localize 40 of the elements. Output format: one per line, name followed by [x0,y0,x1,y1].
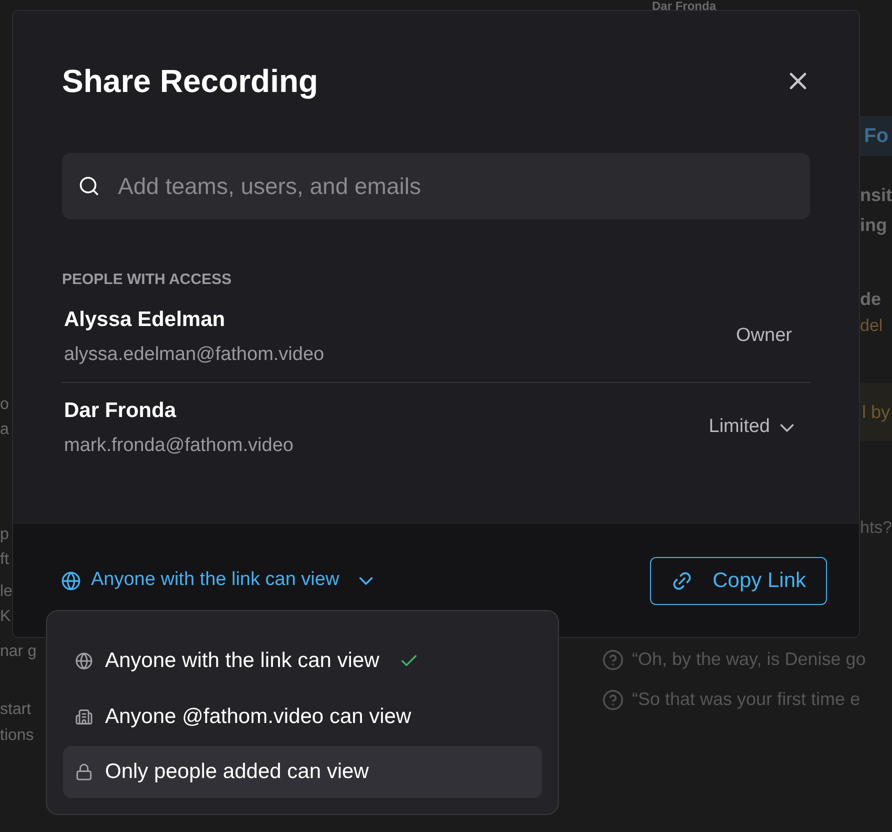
background-text: o [0,395,9,415]
chevron-down-icon [780,424,794,432]
building-icon [75,708,93,726]
link-access-dropdown[interactable]: Anyone with the link can view [61,566,374,595]
person-name: Alyssa Edelman [64,306,226,332]
person-email: mark.fronda@fathom.video [64,434,294,458]
background-text: “So that was your first time e [632,688,860,711]
chevron-down-icon [359,576,374,584]
section-label: PEOPLE WITH ACCESS [62,270,232,290]
background-text: nar g [0,642,36,662]
search-field[interactable]: Add teams, users, and emails [62,153,810,219]
person-email: alyssa.edelman@fathom.video [64,343,324,367]
person-name: Dar Fronda [64,398,178,424]
background-text: nsit [860,186,892,204]
copy-link-button[interactable]: Copy Link [650,556,827,604]
menu-item[interactable]: Only people added can view [63,746,542,798]
background-text: start [0,700,32,720]
background-text: de [860,290,882,308]
question-icon [602,648,624,670]
search-icon [78,175,100,197]
background-text: a [0,420,9,440]
globe-icon [75,652,93,670]
background-text: hts? [860,519,892,536]
question-icon [602,688,624,710]
role-dropdown[interactable]: Limited [708,413,794,442]
background-text: tions [0,726,34,746]
background-text: l by [860,383,892,441]
globe-icon [61,570,81,590]
dialog-title: Share Recording [62,62,318,101]
background-text: Fo [860,116,892,156]
background-text: del [860,317,883,334]
role-label: Owner [736,324,793,348]
background-text: “Oh, by the way, is Denise go [632,648,866,671]
background-text: ing [860,216,887,234]
background-text: Dar Fronda [652,0,716,12]
background-text: le [0,582,12,602]
background-text: p [0,525,9,545]
background-text: ft [0,550,9,570]
background-text: K [0,607,11,627]
lock-icon [75,763,93,782]
